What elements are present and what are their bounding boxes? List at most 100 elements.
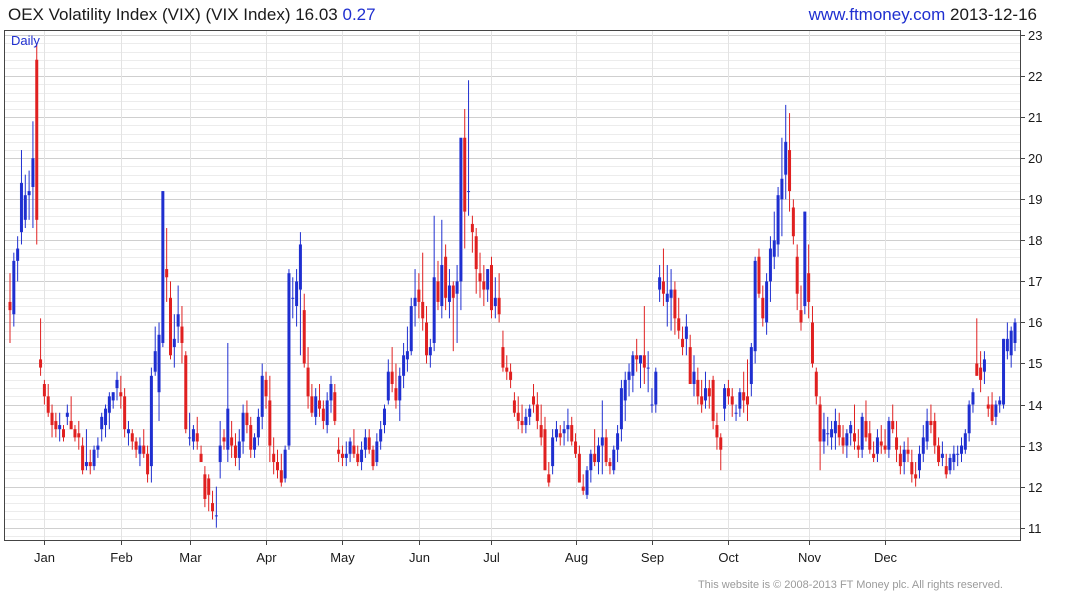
candle-body — [104, 408, 108, 426]
candle-body — [1005, 338, 1009, 352]
candle — [337, 437, 341, 463]
candle-body — [153, 351, 157, 372]
candle — [864, 400, 868, 442]
candle-body — [795, 256, 799, 294]
candle-body — [986, 404, 990, 409]
candle — [658, 264, 662, 302]
candle-body — [692, 371, 696, 385]
candle — [723, 384, 727, 421]
candle-body — [577, 453, 581, 483]
candle-body — [895, 437, 899, 450]
candle — [272, 437, 276, 475]
candle-body — [658, 277, 662, 290]
candle-body — [910, 462, 914, 475]
candle-body — [650, 404, 654, 406]
candle — [302, 293, 306, 368]
candle — [470, 215, 474, 253]
candle — [665, 264, 669, 327]
candle — [604, 429, 608, 467]
candle — [719, 433, 723, 471]
candle-body — [279, 470, 283, 483]
candle-body — [665, 293, 669, 302]
candle — [264, 371, 268, 409]
candle — [27, 170, 31, 220]
candle-body — [233, 445, 237, 458]
candle — [516, 396, 520, 430]
x-tick-label: Feb — [110, 550, 132, 565]
candle — [535, 392, 539, 430]
candle-body — [749, 347, 753, 385]
candle — [616, 425, 620, 463]
candle-body — [264, 379, 268, 397]
candle-body — [864, 420, 868, 438]
candle-body — [654, 371, 658, 405]
candle — [207, 474, 211, 512]
candle-body — [31, 158, 35, 187]
candle-body — [382, 408, 386, 426]
candle — [199, 445, 203, 463]
candle-body — [348, 441, 352, 454]
candle — [42, 379, 46, 405]
candle-body — [952, 453, 956, 463]
candle — [478, 252, 482, 298]
candle-body — [917, 453, 921, 471]
candle-body — [581, 486, 585, 491]
candle — [734, 404, 738, 421]
y-tick-label: 13 — [1028, 439, 1042, 454]
candle-body — [375, 441, 379, 463]
candle-body — [50, 412, 54, 426]
candle — [799, 285, 803, 331]
candle — [390, 347, 394, 393]
candle-body — [241, 412, 245, 442]
candle-body — [352, 445, 356, 454]
candle-body — [360, 449, 364, 463]
candle-body — [123, 396, 127, 430]
candle — [982, 351, 986, 385]
candle — [845, 429, 849, 458]
candle — [440, 219, 444, 319]
candle — [279, 453, 283, 487]
candle — [474, 228, 478, 294]
candle — [237, 429, 241, 471]
candle-body — [516, 412, 520, 421]
candle — [853, 404, 857, 450]
candle-body — [833, 420, 837, 434]
candle-body — [646, 367, 650, 369]
x-tick-label: Jul — [483, 550, 500, 565]
candle — [703, 371, 707, 409]
candle-body — [956, 453, 960, 455]
candle — [990, 392, 994, 426]
candle — [111, 392, 115, 409]
candle-body — [948, 457, 952, 471]
candle — [497, 273, 501, 323]
y-tick-label: 22 — [1028, 69, 1042, 84]
candle — [104, 404, 108, 438]
candle-body — [394, 388, 398, 401]
candle-body — [157, 334, 161, 393]
candle — [772, 211, 776, 270]
candle — [593, 429, 597, 467]
candle — [788, 113, 792, 212]
candle — [585, 466, 589, 499]
candle — [872, 441, 876, 463]
candle-body — [440, 264, 444, 307]
candle — [398, 367, 402, 421]
candle-body — [585, 470, 589, 495]
candle-body — [176, 314, 180, 327]
candle — [631, 351, 635, 393]
candle-body — [115, 379, 119, 389]
candle-body — [19, 182, 23, 233]
candle — [84, 429, 88, 471]
candle-body — [96, 445, 100, 450]
candle-body — [860, 416, 864, 450]
candle-body — [497, 297, 501, 315]
candle — [646, 351, 650, 393]
candle-body — [753, 260, 757, 352]
candle-body — [998, 400, 1002, 405]
candle — [149, 367, 153, 483]
x-tick-label: Dec — [874, 550, 898, 565]
candle-body — [635, 355, 639, 360]
candle-body — [600, 437, 604, 446]
candle-body — [126, 429, 130, 434]
candle-body — [8, 301, 12, 311]
